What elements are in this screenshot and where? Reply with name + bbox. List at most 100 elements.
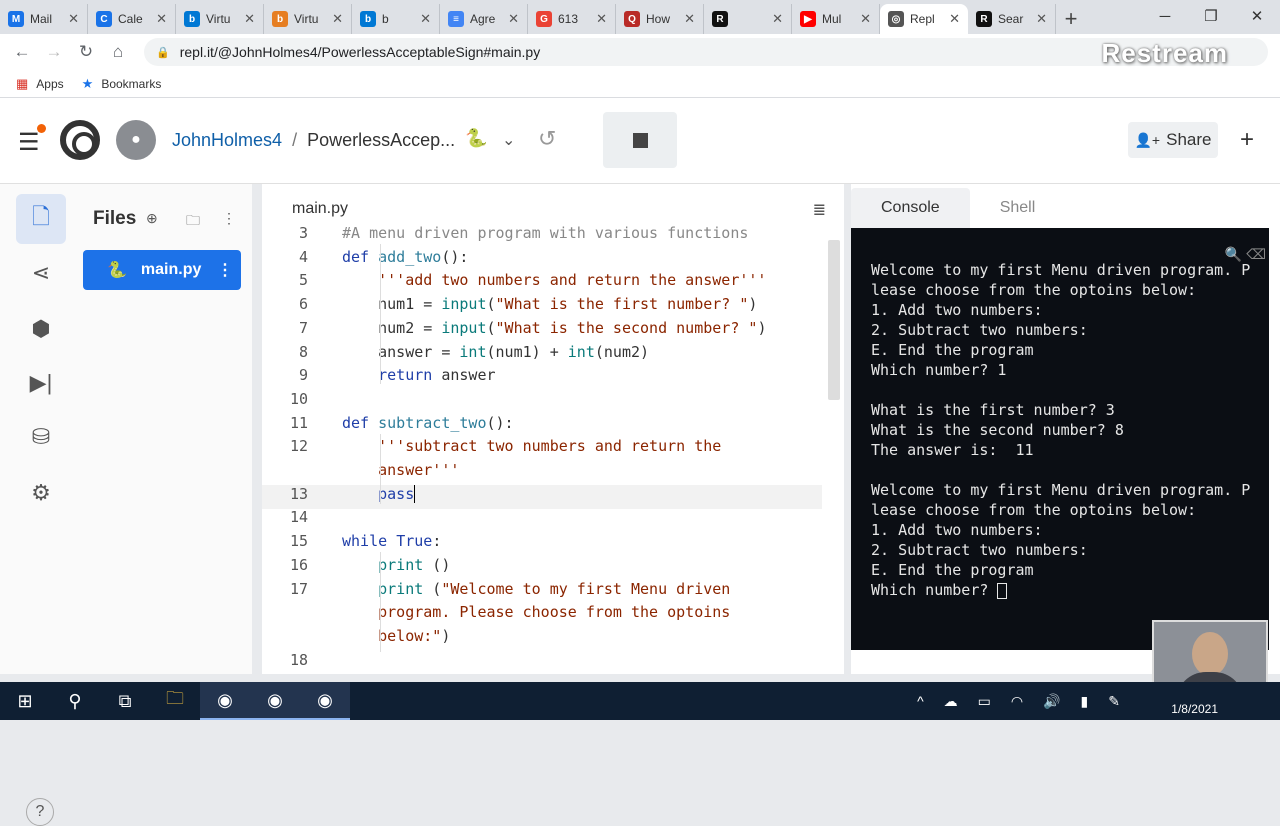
windows-taskbar: ⊞ ⚲ ⧉ 🗀 ◉ ◉ ◉ ^ ☁ ▭ ◠ 🔊 ▮ ✎ 1/8/2021: [0, 682, 1280, 720]
close-tab-icon[interactable]: ✕: [684, 11, 695, 27]
browser-tab[interactable]: b Virtu ✕: [264, 4, 352, 34]
close-tab-icon[interactable]: ✕: [68, 11, 79, 27]
close-tab-icon[interactable]: ✕: [860, 11, 871, 27]
code-line[interactable]: '''subtract two numbers and return the: [342, 437, 721, 455]
code-line[interactable]: '''add two numbers and return the answer…: [342, 271, 766, 289]
browser-tab[interactable]: R ✕: [704, 4, 792, 34]
browser-tab[interactable]: ◎ Repl ✕: [880, 4, 968, 34]
code-line[interactable]: print (): [342, 556, 450, 574]
new-tab-button[interactable]: +: [1056, 4, 1086, 34]
close-tab-icon[interactable]: ✕: [156, 11, 167, 27]
avatar[interactable]: ●: [116, 120, 156, 160]
close-tab-icon[interactable]: ✕: [1036, 11, 1047, 27]
wifi-icon[interactable]: ◠: [1011, 693, 1023, 710]
code-line[interactable]: program. Please choose from the optoins: [342, 603, 730, 621]
code-line[interactable]: #A menu driven program with various func…: [342, 224, 748, 242]
close-icon[interactable]: ✕: [1234, 0, 1280, 32]
code-line[interactable]: pass: [342, 485, 416, 504]
repl-name[interactable]: PowerlessAccep...: [307, 130, 455, 151]
browser-tab[interactable]: C Cale ✕: [88, 4, 176, 34]
more-options-icon[interactable]: ⋮: [222, 210, 236, 227]
browser-tab[interactable]: G 613 ✕: [528, 4, 616, 34]
code-line[interactable]: answer = int(num1) + int(num2): [342, 343, 649, 361]
notification-dot: [36, 124, 46, 133]
editor-tab-main-py[interactable]: main.py: [292, 200, 348, 218]
chevron-down-icon[interactable]: ⌄: [502, 130, 515, 150]
reload-icon[interactable]: ↻: [70, 42, 102, 62]
code-line[interactable]: while True:: [342, 532, 441, 550]
editor-scrollbar[interactable]: [828, 240, 840, 400]
windows-start-icon[interactable]: ⊞: [0, 682, 50, 720]
close-tab-icon[interactable]: ✕: [244, 11, 255, 27]
forward-icon[interactable]: →: [38, 42, 70, 62]
tab-shell[interactable]: Shell: [970, 188, 1066, 228]
volume-icon[interactable]: 🔊: [1043, 693, 1060, 710]
bookmark-label: Apps: [36, 76, 64, 91]
chrome-icon[interactable]: ◉: [200, 682, 250, 720]
restore-icon[interactable]: ❐: [1188, 0, 1234, 32]
debugger-icon[interactable]: ▶|: [16, 358, 66, 408]
close-tab-icon[interactable]: ✕: [420, 11, 431, 27]
minimize-icon[interactable]: ─: [1142, 0, 1188, 32]
menu-icon[interactable]: ☰: [18, 124, 46, 157]
replit-logo[interactable]: [60, 120, 100, 160]
browser-tab[interactable]: M Mail ✕: [0, 4, 88, 34]
chrome-icon[interactable]: ◉: [300, 682, 350, 720]
close-tab-icon[interactable]: ✕: [332, 11, 343, 27]
home-icon[interactable]: ⌂: [102, 42, 134, 62]
help-icon[interactable]: ?: [26, 798, 54, 826]
battery-icon[interactable]: ▭: [978, 693, 991, 710]
code-line[interactable]: return answer: [342, 366, 495, 384]
tab-console[interactable]: Console: [851, 188, 970, 228]
more-options-icon[interactable]: ⋮: [217, 260, 233, 280]
history-icon[interactable]: ↺: [538, 126, 556, 152]
bookmark-apps[interactable]: ▦ Apps: [16, 76, 64, 92]
code-line[interactable]: num1 = input("What is the first number? …: [342, 295, 757, 313]
code-line[interactable]: below:"): [342, 627, 450, 645]
code-line[interactable]: print ("Welcome to my first Menu driven: [342, 580, 730, 598]
code-line[interactable]: answer''': [342, 461, 459, 479]
bookmark-bookmarks[interactable]: ★ Bookmarks: [82, 76, 162, 92]
share-graph-icon[interactable]: ⋖: [16, 248, 66, 298]
code-editor: main.py ≣ 3 #A menu driven program with v…: [262, 184, 844, 674]
code-area[interactable]: 3 #A menu driven program with various fun…: [262, 220, 822, 672]
share-button[interactable]: 👤+ Share: [1128, 122, 1218, 158]
browser-tab[interactable]: b Virtu ✕: [176, 4, 264, 34]
close-tab-icon[interactable]: ✕: [508, 11, 519, 27]
stop-button[interactable]: [603, 112, 677, 168]
file-item-main-py[interactable]: 🐍 main.py ⋮: [83, 250, 241, 290]
browser-tab[interactable]: Q How ✕: [616, 4, 704, 34]
search-icon[interactable]: 🔍 ⌫: [1225, 246, 1266, 263]
back-icon[interactable]: ←: [6, 42, 38, 62]
code-line[interactable]: num2 = input("What is the second number?…: [342, 319, 766, 337]
packages-icon[interactable]: ⬢: [16, 304, 66, 354]
browser-tab[interactable]: R Sear ✕: [968, 4, 1056, 34]
usb-icon[interactable]: ▮: [1081, 693, 1089, 710]
favicon-icon: C: [96, 11, 112, 27]
pen-icon[interactable]: ✎: [1108, 693, 1120, 710]
chrome-icon[interactable]: ◉: [250, 682, 300, 720]
console-output[interactable]: Welcome to my first Menu driven program.…: [851, 228, 1269, 650]
new-file-icon[interactable]: ⊕: [146, 210, 158, 227]
code-line[interactable]: def subtract_two():: [342, 414, 514, 432]
plus-icon[interactable]: +: [1240, 126, 1254, 154]
format-icon[interactable]: ≣: [813, 200, 826, 220]
close-tab-icon[interactable]: ✕: [772, 11, 783, 27]
chevron-up-icon[interactable]: ^: [917, 693, 924, 709]
browser-tab[interactable]: ≡ Agre ✕: [440, 4, 528, 34]
search-icon[interactable]: ⚲: [50, 682, 100, 720]
close-tab-icon[interactable]: ✕: [596, 11, 607, 27]
file-explorer-icon[interactable]: 🗀: [150, 682, 200, 720]
code-line[interactable]: def add_two():: [342, 248, 468, 266]
onedrive-icon[interactable]: ☁: [944, 693, 958, 710]
url-bar[interactable]: 🔒 repl.it/@JohnHolmes4/PowerlessAcceptab…: [144, 38, 1268, 68]
task-view-icon[interactable]: ⧉: [100, 682, 150, 720]
new-folder-icon[interactable]: 🗀: [186, 210, 200, 234]
close-tab-icon[interactable]: ✕: [949, 11, 960, 27]
settings-gear-icon[interactable]: ⚙: [16, 468, 66, 518]
database-icon[interactable]: ⛁: [16, 412, 66, 462]
files-icon[interactable]: 🗋: [16, 194, 66, 244]
browser-tab[interactable]: b b ✕: [352, 4, 440, 34]
browser-tab[interactable]: ▶ Mul ✕: [792, 4, 880, 34]
username-link[interactable]: JohnHolmes4: [172, 130, 282, 151]
